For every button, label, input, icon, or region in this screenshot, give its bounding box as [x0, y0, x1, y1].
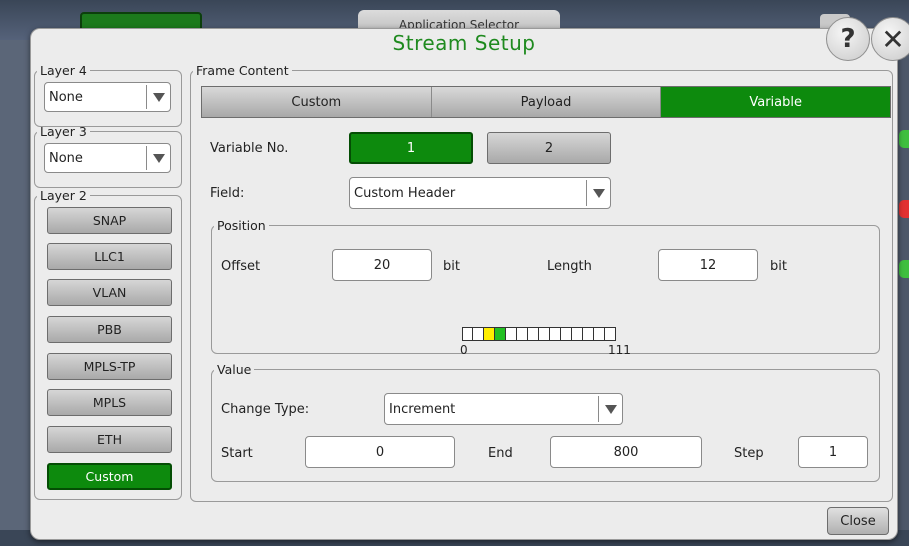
end-input[interactable]: 800: [550, 436, 702, 468]
chevron-down-icon: [146, 146, 170, 170]
bit-cell: [517, 327, 528, 341]
app-right-strip: [898, 40, 909, 530]
layer2-group: Layer 2 SNAP LLC1 VLAN PBB MPLS-TP MPLS …: [34, 188, 182, 500]
change-type-label: Change Type:: [221, 402, 310, 417]
length-label: Length: [547, 259, 592, 274]
bit-cell: [462, 327, 473, 341]
chevron-down-icon: [586, 180, 610, 206]
layer2-vlan-button[interactable]: VLAN: [47, 279, 172, 306]
tab-payload[interactable]: Payload: [432, 87, 662, 117]
chevron-down-icon: [598, 396, 622, 422]
dialog-title: Stream Setup: [392, 31, 536, 55]
bit-cell: [594, 327, 605, 341]
close-button[interactable]: Close: [827, 507, 889, 535]
layer2-custom-button[interactable]: Custom: [47, 463, 172, 490]
value-legend: Value: [217, 362, 252, 377]
right-status-dot: [899, 130, 909, 148]
field-value: Custom Header: [354, 185, 456, 201]
bit-position-bar: [462, 327, 616, 341]
bit-cell: [561, 327, 572, 341]
frame-content-tabs: Custom Payload Variable: [201, 86, 891, 118]
bit-cell: [572, 327, 583, 341]
change-type-value: Increment: [389, 401, 456, 417]
step-label: Step: [734, 446, 764, 461]
length-unit: bit: [770, 259, 787, 274]
variable-no-label: Variable No.: [210, 141, 289, 156]
stream-setup-dialog: Stream Setup ? ✕ Layer 4 None Layer 3 No…: [30, 17, 909, 540]
offset-label: Offset: [221, 259, 261, 274]
scale-end: 111: [608, 343, 631, 357]
bit-cell: [473, 327, 484, 341]
tab-variable[interactable]: Variable: [661, 87, 891, 117]
offset-input[interactable]: 20: [332, 249, 432, 281]
layer2-mpls-button[interactable]: MPLS: [47, 389, 172, 416]
offset-unit: bit: [443, 259, 460, 274]
layer4-legend: Layer 4: [40, 63, 87, 78]
bit-cell: [506, 327, 517, 341]
bit-cell: [550, 327, 561, 341]
bit-cell-highlighted: [484, 327, 495, 341]
step-input[interactable]: 1: [798, 436, 868, 468]
position-group: Position Offset 20 bit Length 12 bit 0 1…: [211, 218, 880, 357]
bit-cell: [583, 327, 594, 341]
bit-cell: [528, 327, 539, 341]
chevron-down-icon: [146, 85, 170, 109]
change-type-select[interactable]: Increment: [384, 393, 623, 425]
frame-content-legend: Frame Content: [196, 63, 289, 78]
layer4-select[interactable]: None: [44, 82, 171, 112]
scale-start: 0: [460, 343, 468, 357]
bit-cell: [605, 327, 616, 341]
layer3-select[interactable]: None: [44, 143, 171, 173]
variable-2-button[interactable]: 2: [487, 132, 611, 164]
layer4-group: Layer 4 None: [34, 63, 182, 127]
layer2-llc1-button[interactable]: LLC1: [47, 243, 172, 270]
layer2-mpls-tp-button[interactable]: MPLS-TP: [47, 353, 172, 380]
layer2-legend: Layer 2: [40, 188, 87, 203]
layer3-group: Layer 3 None: [34, 124, 182, 188]
start-input[interactable]: 0: [305, 436, 455, 468]
position-legend: Position: [217, 218, 266, 233]
field-select[interactable]: Custom Header: [349, 177, 611, 209]
layer3-legend: Layer 3: [40, 124, 87, 139]
bit-cell-selected: [495, 327, 506, 341]
close-x-button[interactable]: ✕: [871, 17, 909, 61]
tab-custom[interactable]: Custom: [202, 87, 432, 117]
bit-cell: [539, 327, 550, 341]
layer2-pbb-button[interactable]: PBB: [47, 316, 172, 343]
layer2-snap-button[interactable]: SNAP: [47, 207, 172, 234]
end-label: End: [488, 446, 513, 461]
field-label: Field:: [210, 186, 245, 201]
right-status-dot: [899, 260, 909, 278]
layer3-value: None: [49, 150, 83, 166]
start-label: Start: [221, 446, 253, 461]
layer4-value: None: [49, 89, 83, 105]
variable-1-button[interactable]: 1: [349, 132, 473, 164]
right-status-dot: [899, 200, 909, 218]
layer2-eth-button[interactable]: ETH: [47, 426, 172, 453]
value-group: Value Change Type: Increment Start 0 End…: [211, 362, 880, 482]
help-button[interactable]: ?: [826, 17, 870, 61]
frame-content-group: Frame Content Custom Payload Variable Va…: [190, 63, 893, 502]
length-input[interactable]: 12: [658, 249, 758, 281]
